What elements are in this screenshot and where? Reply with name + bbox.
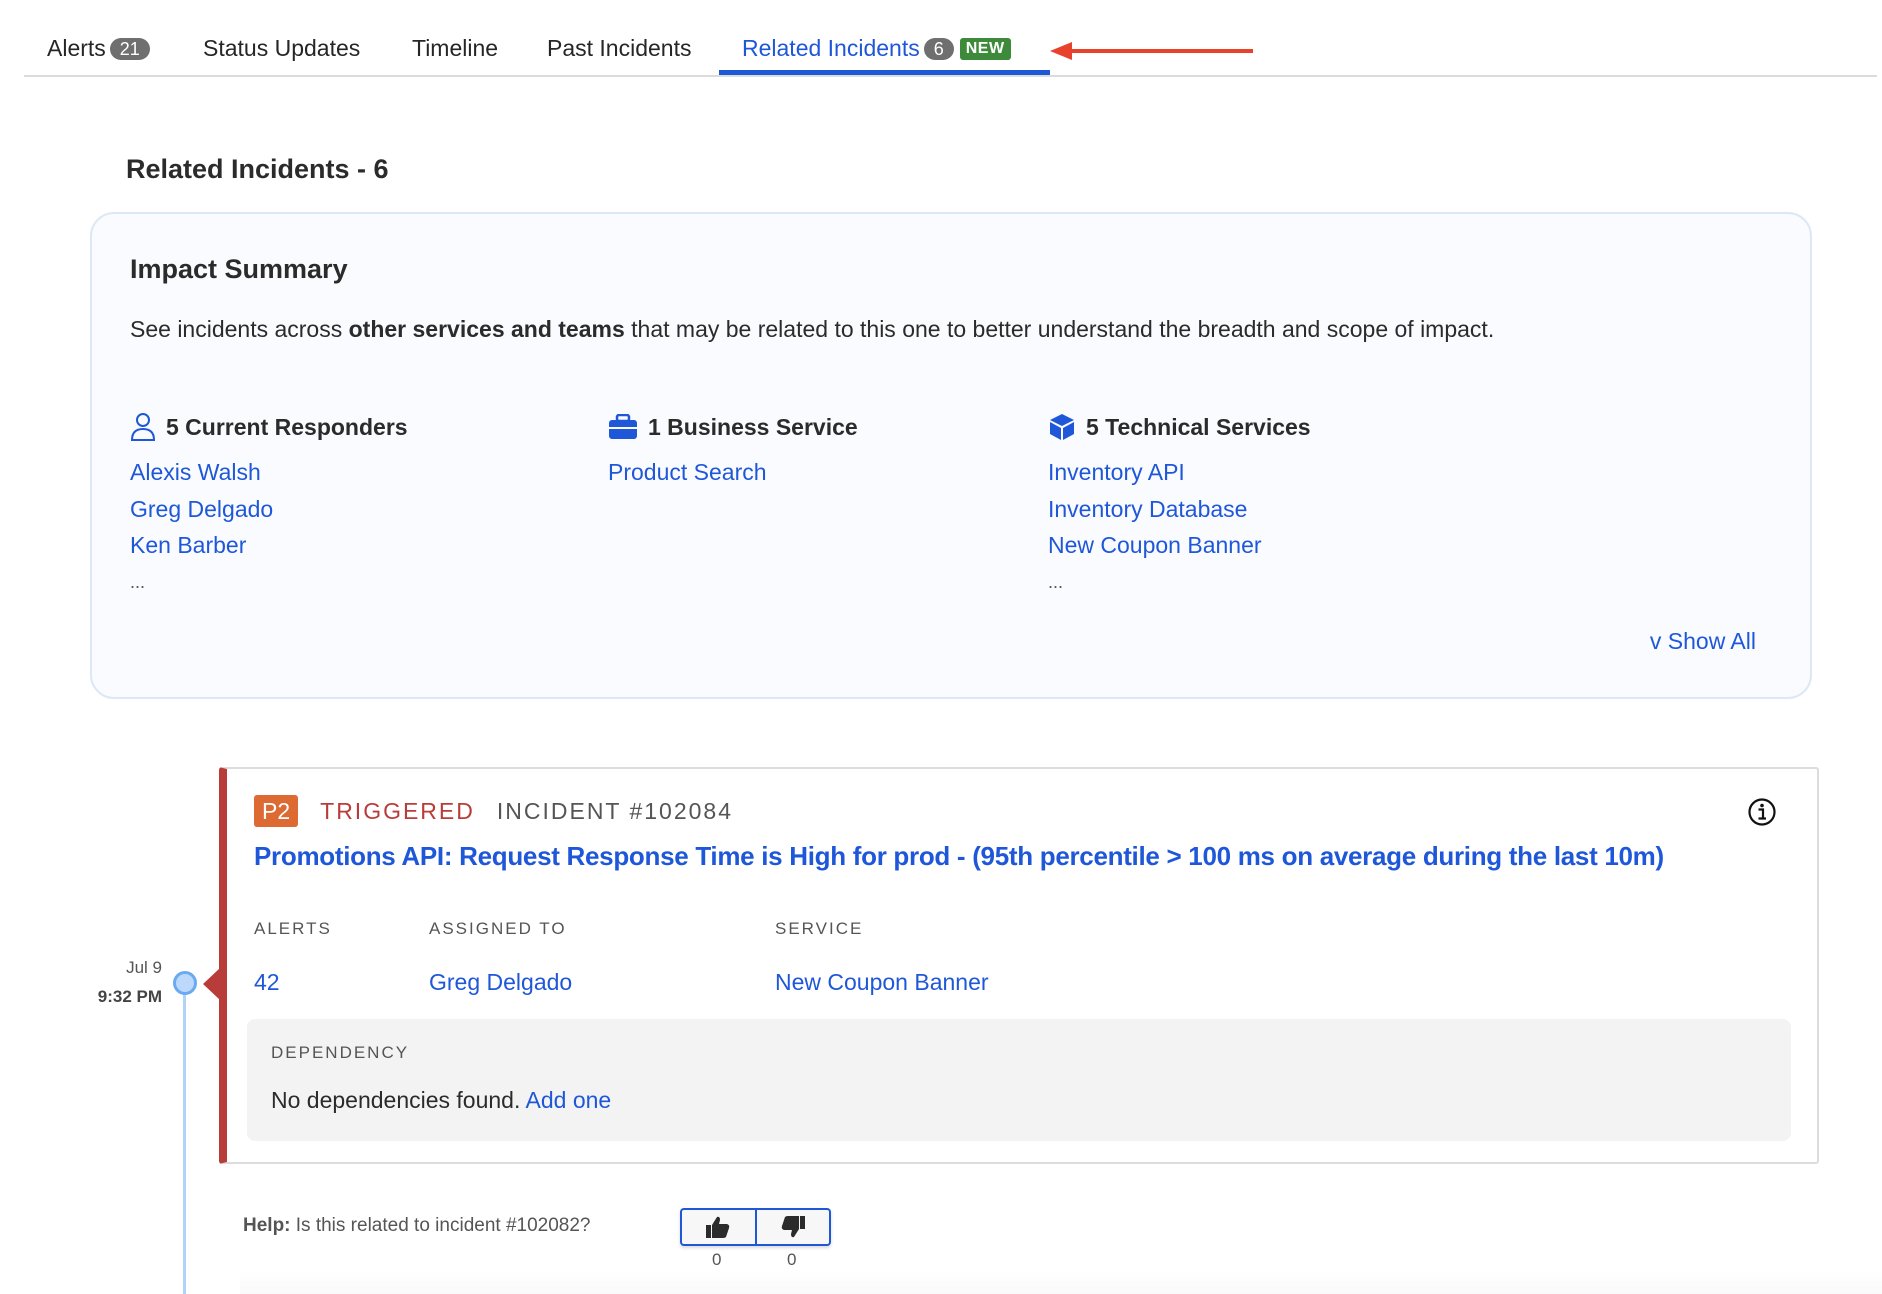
responders-column: 5 Current Responders Alexis Walsh Greg D…: [130, 410, 408, 600]
responder-link[interactable]: Ken Barber: [130, 527, 408, 564]
responder-link[interactable]: Alexis Walsh: [130, 454, 408, 491]
tab-past-incidents[interactable]: Past Incidents: [547, 35, 691, 62]
technical-services-heading: 5 Technical Services: [1048, 410, 1311, 444]
incident-time: 9:32 PM: [97, 987, 162, 1006]
field-label: SERVICE: [775, 919, 864, 938]
tab-alerts[interactable]: Alerts 21: [47, 35, 150, 62]
cube-icon: [1050, 414, 1074, 440]
show-all-button[interactable]: v Show All: [1650, 628, 1756, 655]
add-dependency-link[interactable]: Add one: [526, 1087, 612, 1113]
section-title: Related Incidents - 6: [126, 154, 389, 184]
technical-service-link[interactable]: Inventory API: [1048, 454, 1311, 491]
tab-bar: Alerts 21 Status Updates Timeline Past I…: [24, 0, 1877, 77]
desc-text: See incidents across: [130, 316, 349, 342]
business-service-link[interactable]: Product Search: [608, 454, 858, 491]
impact-summary-title: Impact Summary: [130, 254, 348, 284]
card-pointer: [203, 968, 220, 1000]
dependency-box: DEPENDENCY No dependencies found. Add on…: [247, 1019, 1791, 1141]
incident-number: INCIDENT #102084: [496, 797, 733, 824]
service-field: SERVICE New Coupon Banner: [775, 919, 989, 996]
tab-label: Timeline: [412, 35, 499, 61]
field-label: ALERTS: [254, 919, 332, 938]
responder-link[interactable]: Greg Delgado: [130, 491, 408, 528]
briefcase-icon: [609, 414, 637, 439]
vote-buttons: [680, 1208, 831, 1246]
incident-header: P2 TRIGGERED INCIDENT #102084: [254, 795, 733, 827]
tab-related-incidents[interactable]: Related Incidents 6 NEW: [742, 35, 1011, 62]
responders-heading-label: 5 Current Responders: [166, 413, 408, 440]
desc-bold-text: other services and teams: [348, 316, 625, 342]
dependency-label: DEPENDENCY: [271, 1043, 410, 1062]
more-ellipsis: ...: [1048, 571, 1064, 592]
thumbs-up-button[interactable]: [682, 1210, 755, 1244]
new-badge: NEW: [959, 37, 1011, 60]
help-question-text: Is this related to incident #102082?: [290, 1215, 591, 1236]
timeline-line: [183, 983, 186, 1294]
alerts-count-badge: 21: [109, 37, 150, 60]
timeline-dot: [173, 971, 197, 995]
business-services-heading: 1 Business Service: [608, 410, 858, 444]
tab-timeline[interactable]: Timeline: [412, 35, 498, 62]
alerts-field: ALERTS 42: [254, 919, 332, 996]
technical-services-heading-label: 5 Technical Services: [1086, 413, 1311, 440]
dependency-text: No dependencies found. Add one: [271, 1087, 611, 1114]
thumbs-down-count: 0: [787, 1250, 797, 1269]
service-link[interactable]: New Coupon Banner: [775, 969, 989, 996]
assignee-link[interactable]: Greg Delgado: [429, 969, 572, 996]
thumbs-up-count: 0: [712, 1250, 722, 1269]
status-label: TRIGGERED: [320, 797, 475, 824]
tab-label: Related Incidents: [742, 35, 920, 61]
thumbs-down-button[interactable]: [754, 1210, 830, 1244]
technical-service-link[interactable]: Inventory Database: [1048, 491, 1311, 528]
desc-text: that may be related to this one to bette…: [624, 316, 1495, 342]
tab-label: Alerts: [47, 35, 106, 61]
incident-title-link[interactable]: Promotions API: Request Response Time is…: [254, 841, 1664, 872]
related-count-badge: 6: [923, 37, 954, 60]
impact-summary-card: Impact Summary See incidents across othe…: [90, 212, 1812, 699]
tab-label: Status Updates: [203, 35, 361, 61]
help-question: Help: Is this related to incident #10208…: [243, 1215, 590, 1237]
info-icon[interactable]: [1747, 797, 1777, 827]
next-card-edge: [240, 1270, 1882, 1294]
field-label: ASSIGNED TO: [429, 919, 567, 938]
no-dependencies-text: No dependencies found.: [271, 1087, 521, 1113]
assigned-to-field: ASSIGNED TO Greg Delgado: [429, 919, 572, 996]
tab-status-updates[interactable]: Status Updates: [203, 35, 360, 62]
incident-date: Jul 9: [126, 958, 162, 977]
user-icon: [130, 413, 156, 441]
business-services-column: 1 Business Service Product Search: [608, 410, 858, 491]
active-tab-indicator: [719, 70, 1050, 75]
technical-services-column: 5 Technical Services Inventory API Inven…: [1048, 410, 1311, 600]
incident-card: P2 TRIGGERED INCIDENT #102084 Promotions…: [219, 767, 1819, 1164]
business-services-heading-label: 1 Business Service: [648, 413, 858, 440]
thumbs-down-icon: [781, 1216, 805, 1238]
technical-service-link[interactable]: New Coupon Banner: [1048, 527, 1311, 564]
tab-label: Past Incidents: [547, 35, 692, 61]
help-prefix: Help:: [243, 1215, 291, 1236]
more-ellipsis: ...: [130, 571, 146, 592]
annotation-arrow-icon: [1050, 42, 1253, 60]
impact-summary-description: See incidents across other services and …: [130, 310, 1550, 348]
alerts-count-link[interactable]: 42: [254, 969, 332, 996]
priority-badge: P2: [254, 795, 299, 827]
responders-heading: 5 Current Responders: [130, 410, 408, 444]
thumbs-up-icon: [706, 1216, 730, 1238]
